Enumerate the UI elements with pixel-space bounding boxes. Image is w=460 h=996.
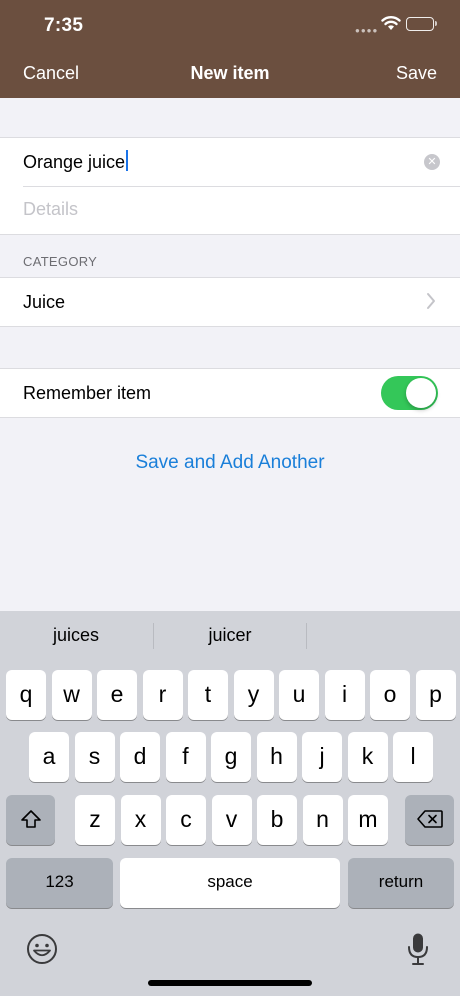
- key-x[interactable]: x: [120, 795, 161, 845]
- suggestion-bar: juices juicer: [0, 611, 460, 661]
- key-d[interactable]: d: [120, 732, 160, 782]
- status-time: 7:35: [44, 15, 84, 36]
- suggestion-1[interactable]: juices: [0, 625, 152, 646]
- key-q[interactable]: q: [6, 670, 46, 720]
- category-cell[interactable]: Juice: [0, 278, 460, 326]
- remember-item-label: Remember item: [23, 383, 152, 403]
- toggle-knob: [406, 378, 436, 408]
- key-w[interactable]: w: [51, 670, 92, 720]
- key-t[interactable]: t: [188, 670, 228, 720]
- clear-text-icon[interactable]: ✕: [424, 154, 440, 170]
- key-z[interactable]: z: [75, 795, 115, 845]
- key-v[interactable]: v: [211, 795, 252, 845]
- keyboard: juices juicer qwertyuiop asdfghjkl zxcvb…: [0, 611, 460, 996]
- chevron-right-icon: [426, 292, 436, 316]
- save-button[interactable]: Save: [396, 63, 437, 84]
- key-g[interactable]: g: [211, 732, 251, 782]
- key-k[interactable]: k: [347, 732, 388, 782]
- battery-icon: [406, 17, 437, 31]
- text-caret: [126, 150, 129, 171]
- key-l[interactable]: l: [393, 732, 433, 782]
- delete-key[interactable]: [405, 795, 454, 845]
- details-input[interactable]: Details: [23, 199, 78, 220]
- save-and-add-another-button[interactable]: Save and Add Another: [0, 452, 460, 474]
- key-u[interactable]: u: [279, 670, 319, 720]
- key-r[interactable]: r: [142, 670, 183, 720]
- suggestion-divider: [306, 623, 307, 649]
- key-j[interactable]: j: [302, 732, 342, 782]
- remember-group: Remember item: [0, 368, 460, 418]
- key-c[interactable]: c: [166, 795, 206, 845]
- key-p[interactable]: p: [415, 670, 456, 720]
- cellular-signal-icon: ●●●●: [355, 26, 379, 35]
- details-row[interactable]: Details: [0, 186, 460, 234]
- key-e[interactable]: e: [97, 670, 137, 720]
- key-s[interactable]: s: [74, 732, 115, 782]
- numbers-key[interactable]: 123: [6, 858, 113, 908]
- suggestion-2[interactable]: juicer: [154, 625, 306, 646]
- key-n[interactable]: n: [302, 795, 343, 845]
- microphone-icon[interactable]: [406, 932, 430, 966]
- navigation-bar: 7:35 ●●●● Cancel New item Save: [0, 0, 460, 98]
- key-h[interactable]: h: [256, 732, 297, 782]
- remember-row: Remember item: [0, 369, 460, 417]
- key-i[interactable]: i: [324, 670, 365, 720]
- wifi-icon: [381, 15, 401, 36]
- page-title: New item: [190, 63, 270, 83]
- shift-key[interactable]: [6, 795, 55, 845]
- key-f[interactable]: f: [165, 732, 206, 782]
- key-o[interactable]: o: [370, 670, 410, 720]
- item-name-input[interactable]: Orange juice: [23, 150, 129, 173]
- key-m[interactable]: m: [348, 795, 388, 845]
- home-indicator: [148, 980, 312, 986]
- status-bar: 7:35 ●●●●: [0, 0, 460, 50]
- category-section-header: CATEGORY: [23, 254, 98, 269]
- item-fields-group: Orange juice ✕ Details: [0, 137, 460, 235]
- name-row[interactable]: Orange juice ✕: [0, 138, 460, 186]
- nav-row: Cancel New item Save: [0, 50, 460, 98]
- return-key[interactable]: return: [348, 858, 454, 908]
- key-b[interactable]: b: [257, 795, 297, 845]
- remember-item-toggle[interactable]: [381, 376, 438, 410]
- space-key[interactable]: space: [120, 858, 340, 908]
- key-a[interactable]: a: [29, 732, 69, 782]
- category-value: Juice: [23, 292, 66, 312]
- category-group: Juice: [0, 277, 460, 327]
- key-y[interactable]: y: [233, 670, 274, 720]
- emoji-icon[interactable]: [26, 933, 58, 965]
- item-name-value: Orange juice: [23, 152, 126, 172]
